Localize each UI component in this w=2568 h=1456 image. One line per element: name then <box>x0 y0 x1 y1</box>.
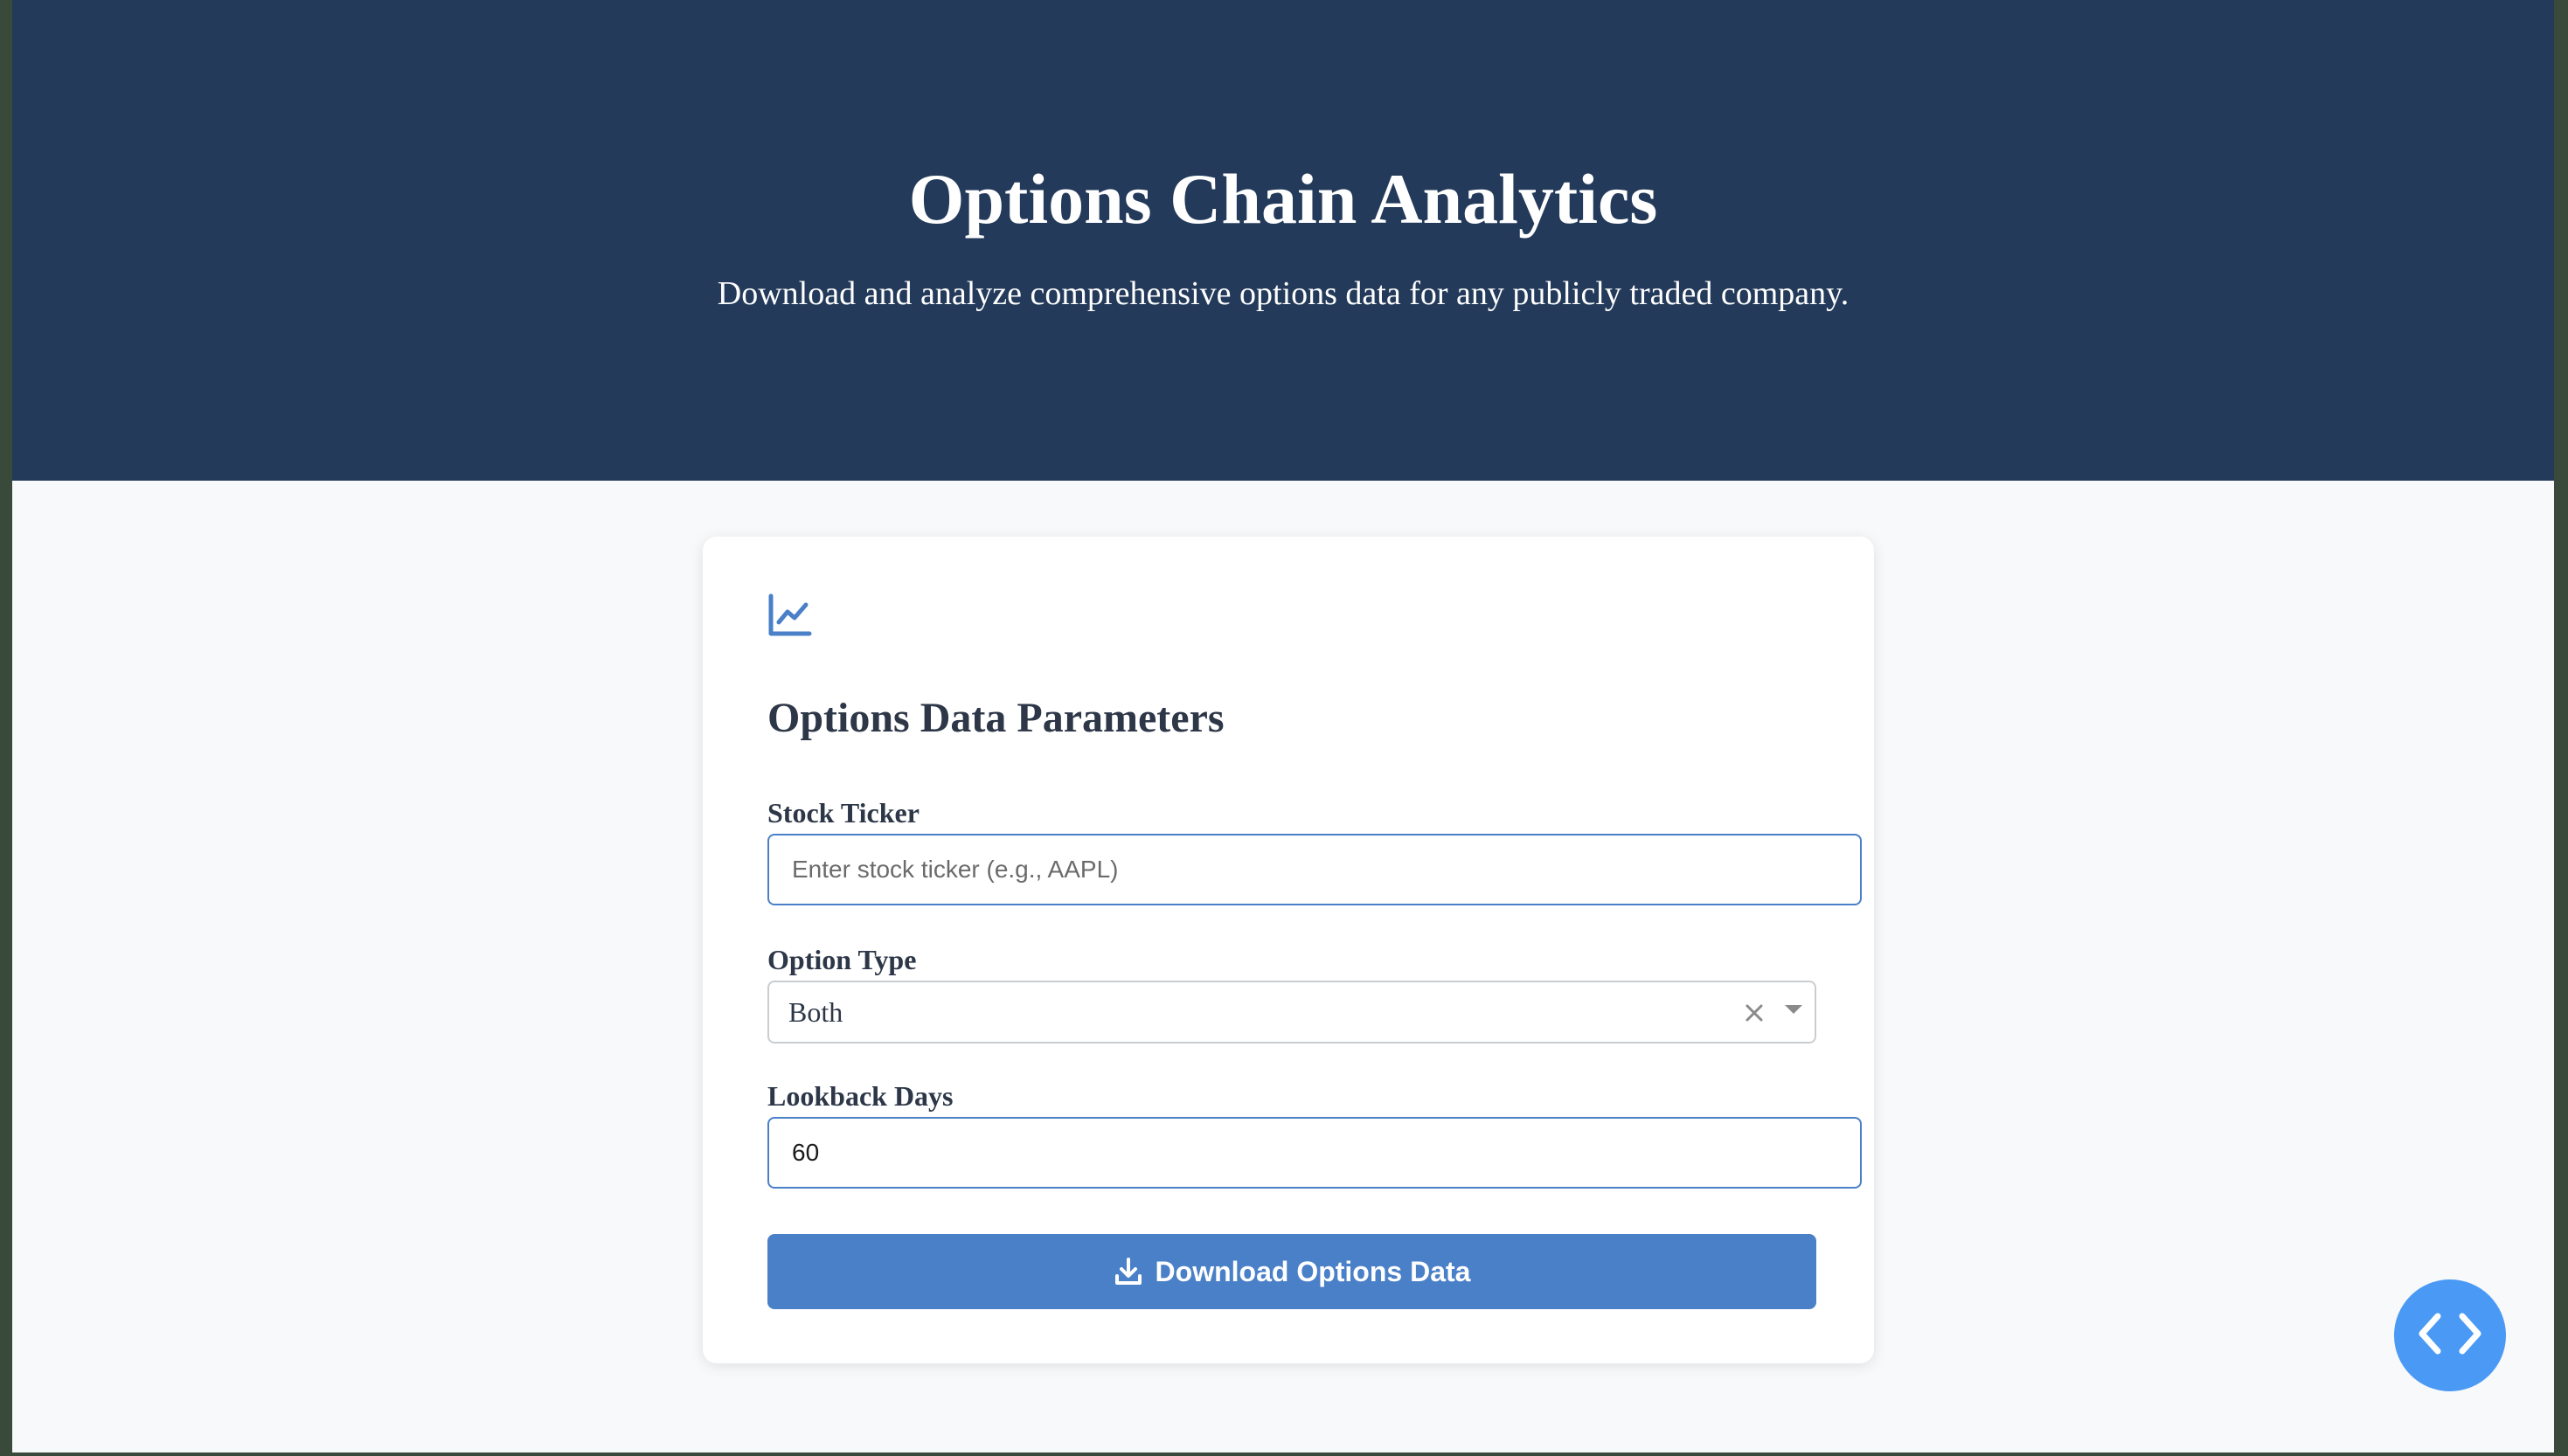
page-subtitle: Download and analyze comprehensive optio… <box>717 275 1850 312</box>
option-type-value: Both <box>788 996 843 1028</box>
download-icon <box>1114 1257 1143 1286</box>
download-options-button[interactable]: Download Options Data <box>767 1234 1816 1309</box>
close-icon[interactable] <box>1739 998 1769 1028</box>
page-title: Options Chain Analytics <box>908 159 1658 239</box>
lookback-days-input[interactable] <box>767 1117 1862 1189</box>
app-window: Options Chain Analytics Download and ana… <box>12 0 2554 1453</box>
download-options-label: Download Options Data <box>1155 1255 1471 1287</box>
caret-down-icon[interactable] <box>1785 1005 1802 1014</box>
option-type-label: Option Type <box>767 944 917 975</box>
code-toggle-button[interactable] <box>2394 1279 2506 1391</box>
parameters-card: Options Data Parameters Stock Ticker Opt… <box>703 537 1874 1363</box>
line-chart-icon <box>767 593 813 638</box>
section-title: Options Data Parameters <box>767 695 1225 741</box>
option-type-select[interactable]: Both <box>767 981 1816 1043</box>
stock-ticker-input[interactable] <box>767 834 1862 905</box>
code-icon <box>2413 1307 2487 1364</box>
lookback-days-label: Lookback Days <box>767 1080 954 1112</box>
stock-ticker-label: Stock Ticker <box>767 797 920 829</box>
hero-banner: Options Chain Analytics Download and ana… <box>12 0 2554 481</box>
